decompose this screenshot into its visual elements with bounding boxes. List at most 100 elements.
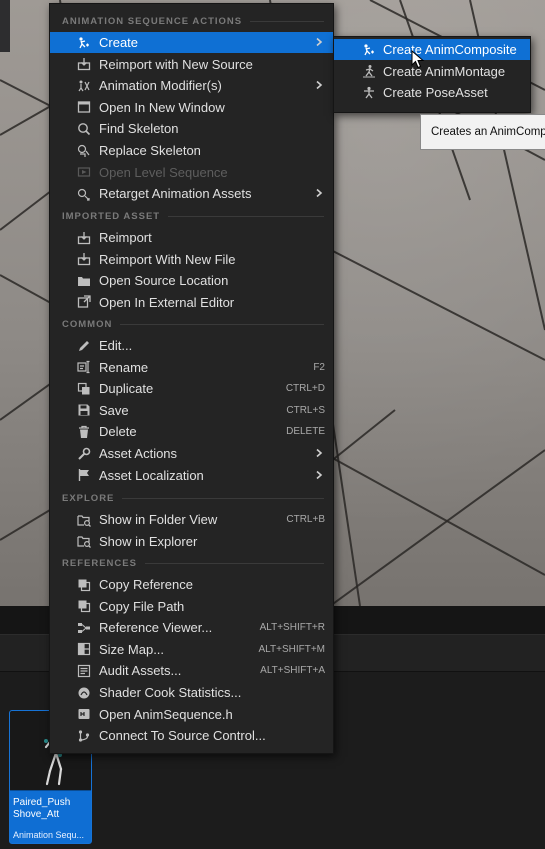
source-control-icon	[76, 728, 91, 743]
menu-item-reimport-with-new-file[interactable]: Reimport With New File	[50, 249, 333, 270]
menu-item-rename[interactable]: Rename F2	[50, 357, 333, 378]
menu-item-open-in-external-editor[interactable]: Open In External Editor	[50, 292, 333, 313]
menu-item-size-map[interactable]: Size Map... ALT+SHIFT+M	[50, 639, 333, 660]
submenu-item-create-animmontage[interactable]: Create AnimMontage	[334, 61, 530, 82]
menu-item-label: Size Map...	[99, 641, 165, 657]
menu-item-asset-actions[interactable]: Asset Actions	[50, 443, 333, 464]
menu-item-shortcut: F2	[313, 361, 325, 373]
menu-item-label: Open In New Window	[99, 99, 225, 115]
menu-item-label: Open In External Editor	[99, 294, 235, 310]
shader-icon	[76, 685, 91, 700]
menu-item-connect-to-source-control[interactable]: Connect To Source Control...	[50, 725, 333, 746]
wrench-icon	[76, 446, 91, 461]
menu-item-asset-localization[interactable]: Asset Localization	[50, 465, 333, 486]
menu-item-label: Show in Explorer	[99, 533, 198, 549]
menu-item-retarget-animation-assets[interactable]: Retarget Animation Assets	[50, 183, 333, 204]
menu-item-find-skeleton[interactable]: Find Skeleton	[50, 118, 333, 139]
menu-section-divider	[120, 323, 325, 325]
submenu-item-label: Create AnimMontage	[383, 63, 506, 79]
sequence-icon	[76, 165, 91, 180]
menu-section-header: REFERENCES	[62, 555, 324, 571]
submenu-item-label: Create PoseAsset	[383, 85, 488, 101]
submenu-item-label: Create AnimComposite	[383, 42, 517, 57]
menu-section-header-label: COMMON	[62, 318, 113, 330]
menu-section-header-label: REFERENCES	[62, 557, 137, 569]
menu-item-label: Replace Skeleton	[99, 143, 201, 158]
menu-item-open-in-new-window[interactable]: Open In New Window	[50, 97, 333, 118]
menu-item-show-in-folder-view[interactable]: Show in Folder View CTRL+B	[50, 509, 333, 530]
size-map-icon	[76, 642, 91, 657]
skeleton-icon	[76, 143, 91, 158]
menu-item-shortcut: CTRL+D	[285, 383, 325, 395]
chevron-right-icon	[314, 186, 324, 200]
menu-item-shortcut: ALT+SHIFT+R	[259, 622, 325, 634]
menu-item-reimport[interactable]: Reimport	[50, 227, 333, 248]
rename-icon	[76, 360, 91, 375]
chevron-right-icon	[314, 468, 324, 482]
menu-section-header: EXPLORE	[62, 490, 325, 506]
folder-search-icon	[76, 534, 91, 549]
submenu-item-create-animcomposite[interactable]: Create AnimComposite	[334, 39, 530, 60]
menu-item-shortcut: CTRL+B	[286, 514, 325, 525]
search-icon	[76, 121, 91, 136]
menu-item-delete[interactable]: Delete DELETE	[50, 421, 333, 442]
menu-section-header-label: IMPORTED ASSET	[62, 210, 161, 222]
menu-item-animation-modifier-s[interactable]: Animation Modifier(s)	[50, 75, 333, 96]
create-submenu: Create AnimComposite Create AnimMontage Cr…	[333, 36, 531, 113]
menu-item-label: Delete	[99, 424, 137, 440]
menu-item-label: Reference Viewer...	[99, 620, 213, 636]
menu-section-divider	[250, 20, 325, 22]
menu-item-copy-reference[interactable]: Copy Reference	[50, 574, 333, 595]
menu-item-open-animsequence-h[interactable]: Open AnimSequence.h	[50, 704, 333, 725]
menu-item-label: Shader Cook Statistics...	[99, 685, 242, 700]
modifier-icon	[76, 78, 91, 93]
menu-item-label: Retarget Animation Assets	[99, 186, 252, 202]
menu-item-label: Asset Actions	[99, 446, 178, 461]
menu-item-replace-skeleton[interactable]: Replace Skeleton	[50, 140, 333, 161]
menu-item-duplicate[interactable]: Duplicate CTRL+D	[50, 378, 333, 399]
menu-item-shader-cook-statistics[interactable]: Shader Cook Statistics...	[50, 682, 333, 703]
anim-composite-icon	[361, 42, 376, 57]
menu-item-label: Reimport With New File	[99, 251, 236, 267]
window-icon	[76, 100, 91, 115]
menu-item-shortcut: ALT+SHIFT+A	[260, 665, 325, 677]
menu-item-label: Audit Assets...	[99, 663, 182, 679]
menu-item-label: Copy Reference	[99, 577, 193, 592]
reimport-file-icon	[76, 252, 91, 267]
menu-item-audit-assets[interactable]: Audit Assets... ALT+SHIFT+A	[50, 660, 333, 681]
mouse-cursor-icon	[411, 50, 425, 69]
chevron-right-icon	[314, 78, 324, 92]
menu-item-show-in-explorer[interactable]: Show in Explorer	[50, 531, 333, 552]
menu-section-divider	[122, 497, 325, 499]
asset-type-label: Animation Sequ...	[13, 830, 85, 840]
menu-section-divider	[144, 562, 324, 564]
copy-icon	[76, 577, 91, 592]
menu-item-create[interactable]: Create	[50, 32, 333, 53]
menu-item-reference-viewer[interactable]: Reference Viewer... ALT+SHIFT+R	[50, 617, 333, 638]
menu-item-open-source-location[interactable]: Open Source Location	[50, 270, 333, 291]
submenu-item-create-poseasset[interactable]: Create PoseAsset	[334, 82, 530, 103]
reference-viewer-icon	[76, 620, 91, 635]
chevron-right-icon	[314, 446, 324, 460]
retarget-icon	[76, 186, 91, 201]
menu-item-label: Duplicate	[99, 381, 154, 397]
menu-item-copy-file-path[interactable]: Copy File Path	[50, 596, 333, 617]
menu-item-edit[interactable]: Edit...	[50, 335, 333, 356]
menu-item-label: Find Skeleton	[99, 121, 179, 137]
menu-item-save[interactable]: Save CTRL+S	[50, 400, 333, 421]
menu-item-open-level-sequence: Open Level Sequence	[50, 162, 333, 183]
context-menu: ANIMATION SEQUENCE ACTIONS Create Reimport…	[49, 3, 334, 754]
reimport-icon	[76, 230, 91, 245]
trash-icon	[76, 424, 91, 439]
menu-item-label: Create	[99, 35, 139, 50]
anim-montage-icon	[361, 64, 376, 79]
menu-item-label: Open Source Location	[99, 273, 229, 289]
folder-search-icon	[76, 512, 91, 527]
chevron-right-icon	[314, 35, 324, 49]
menu-item-shortcut: CTRL+S	[286, 404, 325, 416]
flag-icon	[76, 468, 91, 483]
menu-section-header: COMMON	[62, 316, 325, 332]
save-icon	[76, 403, 91, 418]
menu-item-reimport-with-new-source[interactable]: Reimport with New Source	[50, 54, 333, 75]
pencil-icon	[76, 338, 91, 353]
